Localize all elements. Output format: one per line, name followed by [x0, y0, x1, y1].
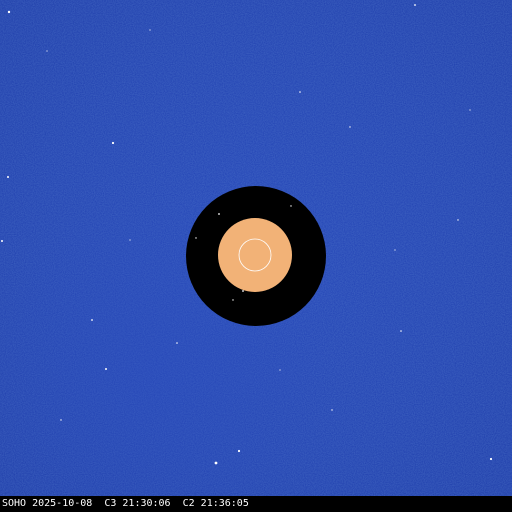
star	[331, 409, 333, 411]
star	[1, 240, 3, 242]
star	[7, 10, 11, 14]
star	[176, 342, 178, 344]
star	[349, 126, 351, 128]
star	[237, 449, 241, 453]
star	[489, 457, 493, 461]
caption-bar: SOHO 2025-10-08 C3 21:30:06 C2 21:36:05	[0, 496, 512, 512]
star	[60, 419, 62, 421]
star	[149, 29, 151, 31]
star	[469, 109, 471, 111]
star	[214, 461, 218, 465]
coronagraph-image: SOHO 2025-10-08 C3 21:30:06 C2 21:36:05	[0, 0, 512, 512]
star	[46, 50, 48, 52]
star	[105, 368, 107, 370]
star	[414, 4, 416, 6]
star	[400, 330, 402, 332]
star	[299, 91, 301, 93]
star	[129, 239, 131, 241]
lasco-field-of-view	[0, 0, 512, 496]
star	[111, 141, 115, 145]
image-caption: SOHO 2025-10-08 C3 21:30:06 C2 21:36:05	[2, 498, 249, 509]
star	[7, 176, 9, 178]
star	[279, 369, 281, 371]
star	[394, 249, 396, 251]
star	[91, 319, 93, 321]
inner-c2-image-disk	[218, 218, 292, 292]
star	[457, 219, 459, 221]
